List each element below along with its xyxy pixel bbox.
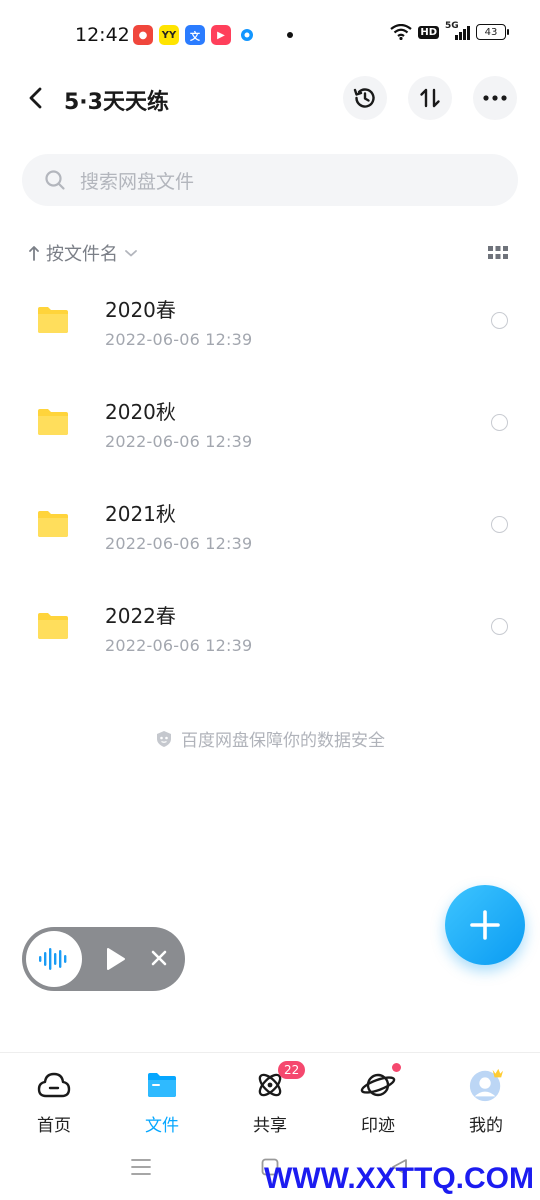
chevron-down-icon (125, 250, 137, 257)
safety-note: 百度网盘保障你的数据安全 (0, 726, 540, 751)
select-checkbox[interactable] (491, 516, 508, 533)
audio-open-button[interactable] (26, 931, 82, 987)
file-list: 2020春 2022-06-06 12:39 2020秋 2022-06-06 … (0, 270, 540, 678)
sort-selector[interactable]: 按文件名 (28, 240, 138, 266)
folder-icon (38, 511, 68, 537)
back-button[interactable] (20, 82, 52, 114)
menu-icon[interactable] (131, 1158, 151, 1176)
app-notification-icon (237, 25, 257, 45)
app-notification-icon: YY (159, 25, 179, 45)
file-row[interactable]: 2022春 2022-06-06 12:39 (0, 576, 540, 678)
battery-icon: 43 (476, 24, 509, 40)
status-indicators: HD 5G 43 (390, 21, 509, 40)
folder-icon (144, 1067, 180, 1103)
nav-label: 我的 (469, 1116, 503, 1136)
file-name: 2020春 (105, 298, 176, 322)
nav-item-home[interactable]: 首页 (0, 1053, 108, 1143)
safety-note-text: 百度网盘保障你的数据安全 (181, 731, 385, 751)
audio-mini-player (22, 927, 185, 991)
more-button[interactable] (473, 76, 517, 120)
file-row[interactable]: 2020秋 2022-06-06 12:39 (0, 372, 540, 474)
file-date: 2022-06-06 12:39 (105, 636, 253, 655)
share-count-badge: 22 (278, 1061, 306, 1079)
file-date: 2022-06-06 12:39 (105, 432, 253, 451)
bottom-nav: 首页 文件 22 共享 印迹 我的 (0, 1052, 540, 1143)
folder-icon (38, 613, 68, 639)
page-title: 5·3天天练 (64, 90, 169, 115)
transfer-arrows-icon (420, 88, 440, 108)
search-input[interactable]: 搜索网盘文件 (22, 154, 518, 206)
nav-item-files[interactable]: 文件 (108, 1053, 216, 1143)
app-notification-icon: ▶ (211, 25, 231, 45)
watermark: WWW.XXTTQ.COM (264, 1162, 534, 1195)
file-name: 2020秋 (105, 400, 176, 424)
battery-level: 43 (484, 26, 498, 38)
avatar-icon (468, 1067, 504, 1103)
app-notification-icon: 文 (185, 25, 205, 45)
file-row[interactable]: 2021秋 2022-06-06 12:39 (0, 474, 540, 576)
nav-label: 首页 (37, 1116, 71, 1136)
hd-badge: HD (418, 25, 439, 39)
transfer-button[interactable] (408, 76, 452, 120)
chevron-left-icon (29, 87, 42, 109)
app-notification-icon: ● (133, 25, 153, 45)
wifi-icon (390, 24, 413, 40)
folder-icon (38, 409, 68, 435)
signal-icon: 5G (445, 21, 470, 40)
network-type-label: 5G (445, 21, 459, 31)
nav-label: 印迹 (361, 1116, 395, 1136)
more-dots-icon (483, 95, 507, 101)
nav-item-me[interactable]: 我的 (432, 1053, 540, 1143)
history-icon (353, 88, 375, 108)
play-icon[interactable] (106, 947, 126, 971)
folder-icon (38, 307, 68, 333)
file-date: 2022-06-06 12:39 (105, 330, 253, 349)
cloud-icon (36, 1067, 72, 1103)
notification-app-icons: ● YY 文 ▶ (133, 25, 293, 45)
sound-wave-icon (39, 948, 67, 970)
grid-view-icon[interactable] (488, 246, 508, 260)
nav-label: 共享 (253, 1116, 287, 1136)
file-row[interactable]: 2020春 2022-06-06 12:39 (0, 270, 540, 372)
nav-item-traces[interactable]: 印迹 (324, 1053, 432, 1143)
sort-label: 按文件名 (46, 244, 118, 265)
planet-icon (360, 1063, 401, 1103)
status-bar: 12:42 ● YY 文 ▶ HD 5G 43 (0, 0, 540, 70)
file-name: 2022春 (105, 604, 176, 628)
close-icon[interactable] (148, 947, 170, 969)
shield-icon (157, 730, 171, 747)
status-time: 12:42 (75, 24, 130, 46)
select-checkbox[interactable] (491, 414, 508, 431)
search-placeholder: 搜索网盘文件 (80, 170, 195, 193)
select-checkbox[interactable] (491, 312, 508, 329)
header: 5·3天天练 (0, 74, 540, 126)
nav-label: 文件 (145, 1116, 179, 1136)
plus-icon (470, 910, 500, 940)
orbit-icon: 22 (252, 1061, 306, 1103)
select-checkbox[interactable] (491, 618, 508, 635)
file-name: 2021秋 (105, 502, 176, 526)
more-notifications-dot (287, 32, 293, 38)
arrow-up-icon (29, 246, 39, 261)
search-icon (45, 170, 65, 190)
notification-dot (392, 1063, 401, 1072)
nav-item-share[interactable]: 22 共享 (216, 1053, 324, 1143)
file-date: 2022-06-06 12:39 (105, 534, 253, 553)
history-button[interactable] (343, 76, 387, 120)
add-button[interactable] (445, 885, 525, 965)
